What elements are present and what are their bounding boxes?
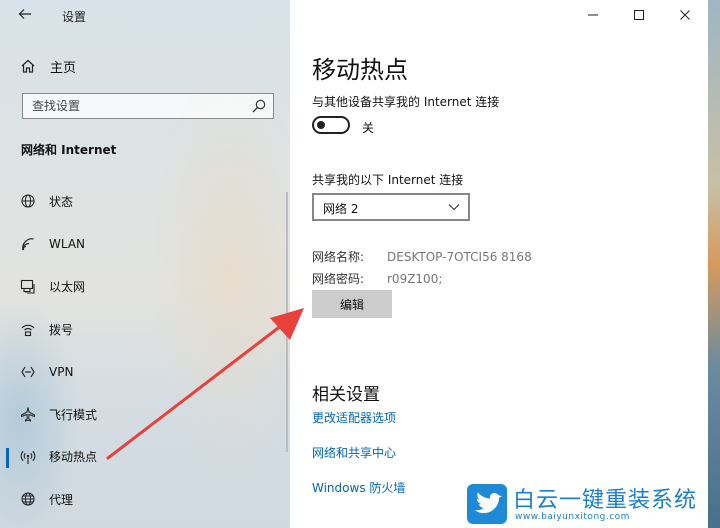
toggle-knob bbox=[317, 121, 325, 129]
network-name-label: 网络名称: bbox=[312, 250, 365, 264]
share-label: 与其他设备共享我的 Internet 连接 bbox=[312, 95, 500, 109]
search-icon bbox=[252, 99, 266, 113]
ethernet-icon bbox=[20, 280, 35, 295]
app-title: 设置 bbox=[62, 10, 87, 24]
hotspot-icon bbox=[20, 450, 36, 464]
settings-window: 设置 主页 网络和 Internet 状态 WLAN 以太网 bbox=[0, 0, 708, 528]
related-settings-title: 相关设置 bbox=[312, 385, 380, 405]
sidebar-item-label: 飞行模式 bbox=[49, 407, 98, 422]
minimize-icon bbox=[588, 14, 598, 16]
sidebar-item-label: 代理 bbox=[49, 492, 74, 507]
minimize-button[interactable] bbox=[570, 0, 616, 30]
sidebar: 设置 主页 网络和 Internet 状态 WLAN 以太网 bbox=[0, 0, 290, 528]
airplane-icon bbox=[21, 407, 35, 422]
network-password-row: 网络密码: r09Z100; bbox=[312, 270, 442, 287]
watermark: 白云一键重装系统 www.baiyunxitong.com bbox=[463, 482, 708, 526]
search-box[interactable] bbox=[22, 93, 274, 119]
network-name-row: 网络名称: DESKTOP-7OTCI56 8168 bbox=[312, 248, 532, 265]
connection-label: 共享我的以下 Internet 连接 bbox=[312, 173, 464, 187]
sidebar-item-airplane[interactable]: 飞行模式 bbox=[0, 393, 290, 436]
watermark-url: www.baiyunxitong.com bbox=[515, 512, 630, 522]
sidebar-item-hotspot[interactable]: 移动热点 bbox=[0, 436, 290, 479]
sidebar-item-dialup[interactable]: 拨号 bbox=[0, 308, 290, 351]
change-adapter-options-link[interactable]: 更改适配器选项 bbox=[312, 409, 396, 426]
connection-dropdown[interactable]: 网络 2 bbox=[312, 193, 470, 221]
sidebar-item-label: 移动热点 bbox=[49, 450, 98, 465]
sidebar-scrollbar[interactable] bbox=[286, 192, 288, 452]
network-name-value: DESKTOP-7OTCI56 8168 bbox=[387, 250, 532, 264]
sidebar-item-label: 状态 bbox=[49, 194, 74, 209]
window-controls bbox=[570, 0, 708, 30]
proxy-globe-icon bbox=[21, 492, 35, 507]
active-indicator bbox=[6, 447, 9, 468]
edit-button[interactable]: 编辑 bbox=[312, 290, 392, 318]
maximize-icon bbox=[634, 10, 644, 20]
sidebar-nav: 状态 WLAN 以太网 拨号 VPN 飞行模式 移动热点 代理 bbox=[0, 180, 290, 521]
sidebar-item-home[interactable]: 主页 bbox=[20, 56, 76, 76]
back-arrow-icon bbox=[18, 9, 31, 19]
network-sharing-center-link[interactable]: 网络和共享中心 bbox=[312, 444, 396, 461]
maximize-button[interactable] bbox=[616, 0, 662, 30]
sidebar-item-label: WLAN bbox=[49, 236, 86, 251]
watermark-brand: 白云一键重装系统 bbox=[513, 488, 698, 513]
sidebar-item-status[interactable]: 状态 bbox=[0, 180, 290, 223]
close-icon bbox=[680, 10, 690, 20]
connection-value: 网络 2 bbox=[323, 202, 359, 216]
home-label: 主页 bbox=[50, 60, 77, 76]
page-title: 移动热点 bbox=[312, 56, 408, 84]
section-title: 网络和 Internet bbox=[21, 143, 117, 157]
sidebar-item-wlan[interactable]: WLAN bbox=[0, 223, 290, 266]
search-input[interactable] bbox=[23, 94, 252, 118]
sidebar-item-label: 拨号 bbox=[49, 322, 74, 337]
wifi-icon bbox=[22, 238, 34, 251]
sidebar-item-ethernet[interactable]: 以太网 bbox=[0, 265, 290, 308]
sidebar-item-proxy[interactable]: 代理 bbox=[0, 478, 290, 521]
dialup-icon bbox=[21, 324, 35, 337]
sidebar-item-label: VPN bbox=[49, 364, 74, 379]
chevron-down-icon bbox=[448, 204, 460, 211]
toggle-state-label: 关 bbox=[362, 121, 375, 135]
globe-status-icon bbox=[21, 194, 35, 208]
vpn-icon bbox=[21, 366, 35, 377]
bird-logo-icon bbox=[467, 484, 507, 524]
sidebar-item-label: 以太网 bbox=[49, 279, 86, 294]
desktop-background bbox=[708, 0, 720, 528]
close-button[interactable] bbox=[662, 0, 708, 30]
home-icon bbox=[21, 59, 35, 73]
network-password-label: 网络密码: bbox=[312, 272, 365, 286]
main-content: 移动热点 与其他设备共享我的 Internet 连接 关 共享我的以下 Inte… bbox=[290, 0, 708, 528]
network-password-value: r09Z100; bbox=[387, 272, 443, 286]
hotspot-toggle[interactable] bbox=[312, 116, 350, 134]
back-button[interactable] bbox=[14, 6, 36, 26]
windows-firewall-link[interactable]: Windows 防火墙 bbox=[312, 479, 405, 496]
title-bar: 设置 bbox=[0, 0, 290, 32]
sidebar-item-vpn[interactable]: VPN bbox=[0, 350, 290, 393]
